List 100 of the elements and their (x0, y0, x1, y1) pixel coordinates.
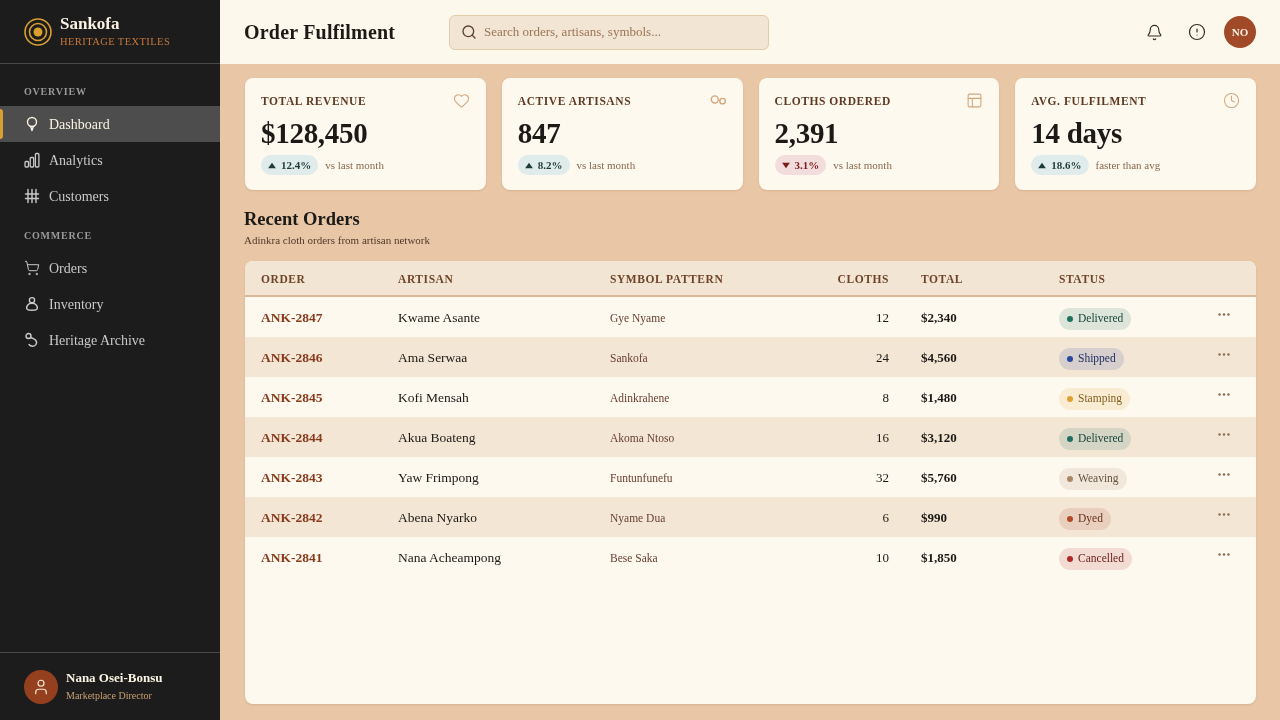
stat-label: TOTAL REVENUE (261, 94, 367, 109)
triangle-down-icon (781, 161, 790, 169)
trend-value: 12.4% (281, 159, 312, 171)
stat-value: 14 days (1031, 117, 1123, 149)
stat-value: $128,450 (261, 117, 369, 149)
nav-item[interactable]: Heritage Archive (0, 322, 220, 358)
search-field[interactable]: Search orders, artisans, symbols... (449, 14, 769, 50)
symbol-pattern: Bese Saka (610, 552, 658, 564)
cloths-count: 12 (876, 310, 889, 325)
stat-note: faster than avg (1095, 157, 1161, 173)
user-name: Nana Osei-Bonsu (66, 669, 163, 686)
more-icon (1218, 392, 1230, 396)
cloths-count: 10 (876, 550, 889, 565)
more-icon (1218, 472, 1230, 476)
user-avatar-icon (24, 669, 58, 704)
artisan-name: Ama Serwaa (398, 350, 468, 365)
order-total: $1,850 (921, 550, 957, 565)
nav-item[interactable]: Customers (0, 178, 220, 214)
stat-value: 847 (517, 117, 562, 149)
nav-item[interactable]: Orders (0, 250, 220, 286)
active-indicator (0, 109, 3, 139)
stat-label: CLOTHS ORDERED (774, 94, 891, 109)
status-text: Cancelled (1078, 552, 1124, 565)
symbol-pattern: Gye Nyame (610, 312, 666, 324)
trend-value: 8.2% (537, 159, 563, 171)
artisan-name: Yaw Frimpong (398, 470, 479, 485)
order-link[interactable]: ANK-2844 (261, 430, 323, 445)
grid-icon (24, 188, 40, 204)
triangle-up-icon (524, 161, 533, 169)
status-text: Weaving (1078, 472, 1119, 485)
cart-icon (24, 260, 40, 276)
search-icon (461, 23, 477, 40)
person-icon (24, 296, 40, 312)
column-header: TOTAL (921, 273, 964, 285)
cloths-count: 6 (882, 510, 889, 525)
stat-value: 2,391 (774, 117, 840, 149)
order-link[interactable]: ANK-2845 (261, 390, 323, 405)
symbol-pattern: Adinkrahene (610, 392, 670, 404)
column-header: ARTISAN (398, 273, 454, 285)
cloths-count: 16 (876, 430, 889, 445)
nav-item[interactable]: Dashboard (0, 106, 220, 142)
order-total: $4,560 (921, 350, 957, 365)
status-text: Delivered (1078, 432, 1124, 445)
status-text: Stamping (1078, 392, 1123, 405)
order-total: $990 (921, 510, 947, 525)
stat-note: vs last month (833, 157, 892, 173)
nav-item[interactable]: Inventory (0, 286, 220, 322)
cloths-count: 24 (876, 350, 889, 365)
artisan-name: Akua Boateng (398, 430, 476, 445)
triangle-up-icon (1038, 161, 1047, 169)
layout-icon (966, 92, 984, 109)
profile-avatar-button[interactable]: NO (1224, 16, 1256, 48)
triangle-up-icon (268, 161, 276, 169)
section-title: OVERVIEW (23, 85, 88, 99)
column-header: STATUS (1059, 273, 1106, 285)
stat-label: ACTIVE ARTISANS (517, 94, 632, 109)
alert-icon (1188, 23, 1206, 41)
order-total: $1,480 (921, 390, 957, 405)
artisan-name: Kwame Asante (398, 310, 481, 325)
brand-tagline: HERITAGE TEXTILES (60, 34, 171, 49)
more-icon (1218, 312, 1230, 316)
symbol-pattern: Nyame Dua (610, 512, 666, 524)
swirl-icon (24, 332, 40, 348)
symbol-pattern: Akoma Ntoso (610, 432, 675, 444)
order-link[interactable]: ANK-2842 (261, 510, 323, 525)
stat-label: AVG. FULFILMENT (1031, 94, 1147, 109)
nav-item[interactable]: Analytics (0, 142, 220, 178)
column-header: SYMBOL PATTERN (610, 273, 724, 285)
artisan-name: Abena Nyarko (398, 510, 478, 525)
order-link[interactable]: ANK-2846 (261, 350, 323, 365)
cloths-count: 32 (876, 470, 889, 485)
more-icon (1218, 352, 1230, 356)
bar-chart-icon (24, 152, 40, 168)
pin-icon (24, 116, 40, 132)
symbol-pattern: Funtunfunefu (610, 472, 673, 484)
trend-value: 18.6% (1051, 159, 1082, 171)
order-total: $5,760 (921, 470, 957, 485)
stat-note: vs last month (576, 157, 636, 173)
cloths-count: 8 (882, 390, 889, 405)
clock-icon (1223, 92, 1240, 109)
stat-note: vs last month (325, 157, 384, 173)
section-heading: Recent Orders (244, 208, 361, 231)
column-header: CLOTHS (837, 273, 889, 285)
page-title: Order Fulfilment (244, 20, 397, 45)
column-header: ORDER (261, 273, 306, 285)
more-icon (1218, 512, 1230, 516)
order-link[interactable]: ANK-2847 (261, 310, 323, 325)
brand-name: Sankofa (60, 13, 121, 34)
artisan-name: Kofi Mensah (398, 390, 469, 405)
section-title: COMMERCE (23, 229, 94, 243)
heart-icon (452, 92, 470, 109)
section-subtitle: Adinkra cloth orders from artisan network (244, 233, 432, 248)
more-icon (1218, 552, 1230, 556)
order-link[interactable]: ANK-2843 (261, 470, 323, 485)
more-icon (1218, 432, 1230, 436)
user-role: Marketplace Director (66, 688, 153, 703)
status-text: Shipped (1078, 352, 1116, 365)
order-link[interactable]: ANK-2841 (261, 550, 323, 565)
status-text: Dyed (1078, 512, 1103, 525)
order-total: $2,340 (921, 310, 957, 325)
